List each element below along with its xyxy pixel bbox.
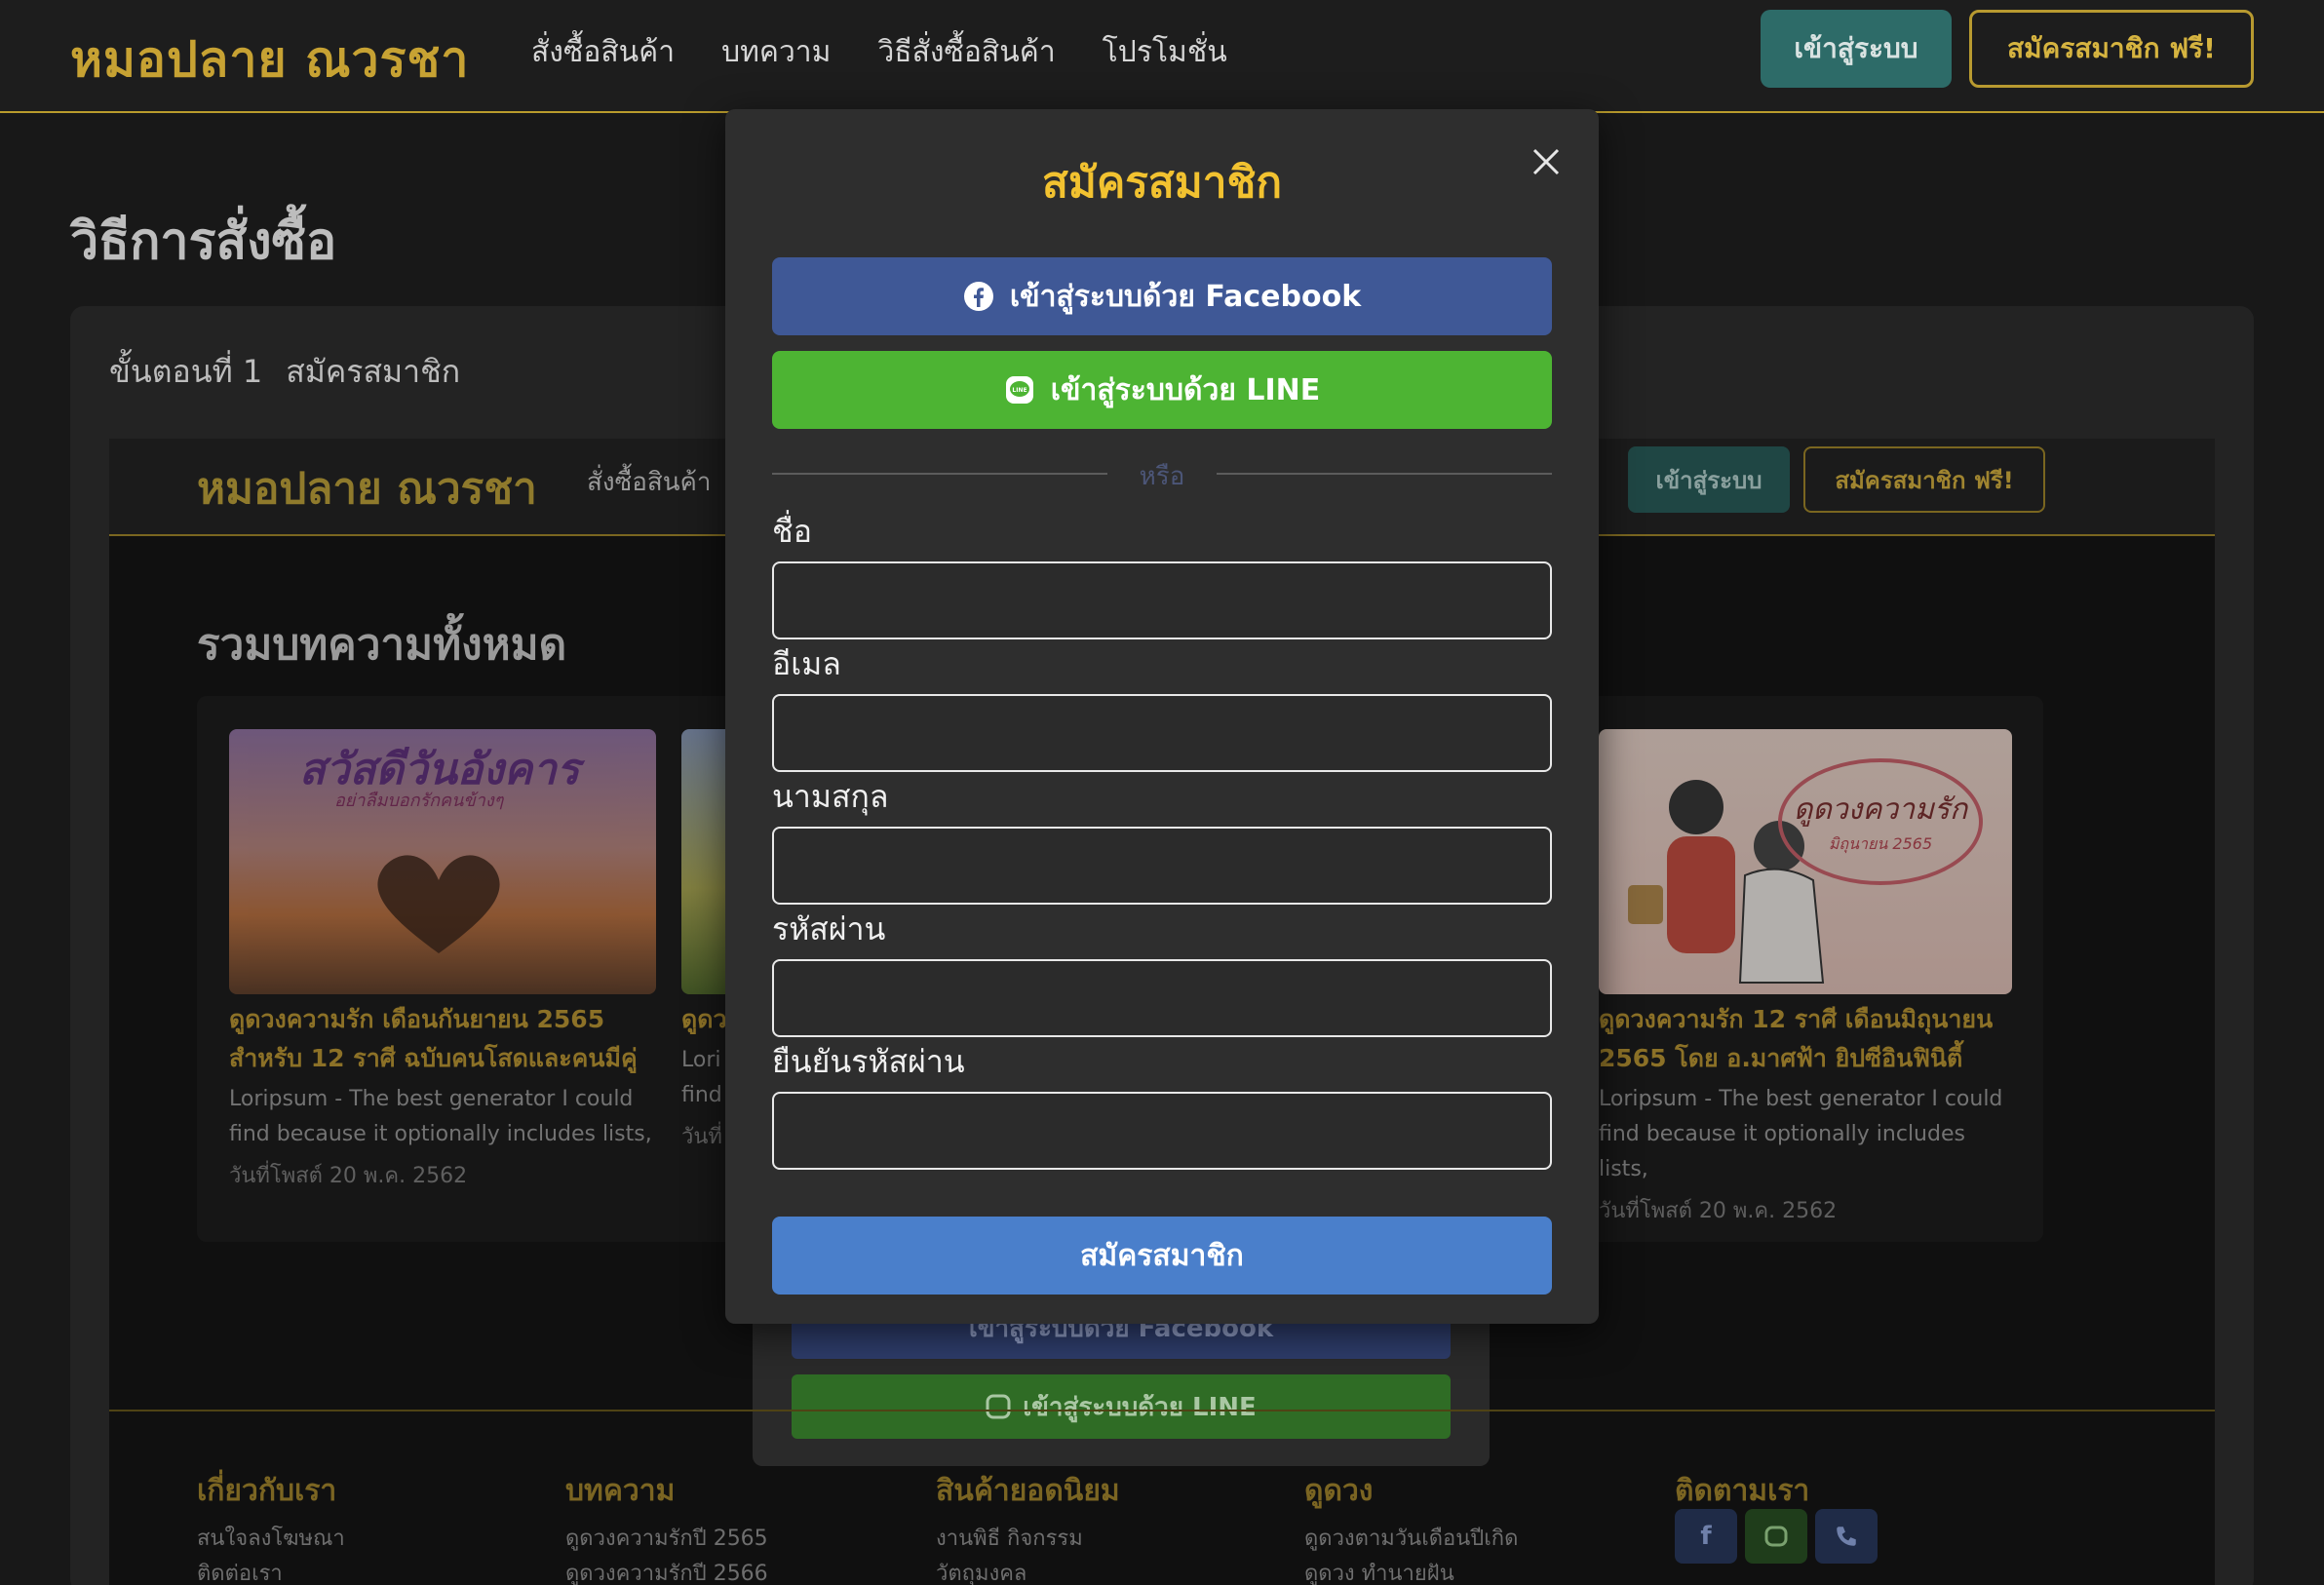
svg-text:LINE: LINE [1012, 387, 1026, 394]
screenshot-brand: หมอปลาย ณวรชา [197, 464, 537, 514]
register-button[interactable]: สมัครสมาชิก ฟรี! [1969, 10, 2254, 88]
footer-link: ดูดวงความรักปี 2566 [565, 1562, 768, 1585]
footer-link: ดูดวง ทำนายฝัน [1304, 1562, 1454, 1585]
article-image-badge: ดูดวงความรัก มิถุนายน 2565 [1778, 758, 1983, 885]
footer-link: ดูดวงความรักปี 2565 [565, 1527, 768, 1551]
line-login-label: เข้าสู่ระบบด้วย LINE [1050, 372, 1321, 407]
footer-link: ติดต่อเรา [197, 1562, 283, 1585]
submit-register-button[interactable]: สมัครสมาชิก [772, 1217, 1552, 1295]
nav-item-shop[interactable]: สั่งซื้อสินค้า [531, 29, 675, 75]
article-card: สวัสดีวันอังคาร อย่าลืมบอกรักคนข้างๆ ดูด… [229, 729, 656, 1192]
facebook-login-label: เข้าสู่ระบบด้วย Facebook [1009, 279, 1362, 314]
footer-heading: บทความ [565, 1474, 676, 1508]
nav-item-articles[interactable]: บทความ [721, 29, 831, 75]
nav-item-how-to-order[interactable]: วิธีสั่งซื้อสินค้า [877, 29, 1055, 75]
footer-link: งานพิธี กิจกรรม [936, 1527, 1083, 1551]
footer-heading: ติดตามเรา [1675, 1474, 1810, 1508]
footer-divider [109, 1410, 2215, 1411]
close-icon[interactable] [1525, 140, 1568, 183]
footer-link: วัตถุมงคล [936, 1562, 1027, 1585]
article-title: ดูดวงความรัก 12 ราศี เดือนมิถุนายน 2565 … [1599, 1005, 1994, 1072]
article-image-subtext: มิถุนายน 2565 [1828, 834, 1933, 853]
step-number: ขั้นตอนที่ 1 [109, 353, 263, 390]
line-login-button[interactable]: LINE เข้าสู่ระบบด้วย LINE [772, 351, 1552, 429]
brand-logo[interactable]: หมอปลาย ณวรชา [70, 21, 469, 98]
screenshot-login-button: เข้าสู่ระบบ [1628, 446, 1790, 513]
screenshot-register-button: สมัครสมาชิก ฟรี! [1803, 446, 2045, 513]
article-image-text: ดูดวงความรัก [1793, 792, 1968, 827]
top-header: หมอปลาย ณวรชา สั่งซื้อสินค้า บทความ วิธี… [0, 0, 2324, 113]
last-name-label: นามสกุล [772, 778, 889, 815]
line-icon [986, 1394, 1011, 1419]
footer-column-products: สินค้ายอดนิยม งานพิธี กิจกรรม วัตถุมงคล [936, 1468, 1120, 1585]
email-label: อีเมล [772, 645, 841, 682]
article-date: วันที่โพสต์ 20 พ.ค. 2562 [229, 1164, 468, 1188]
article-image: ดูดวงความรัก มิถุนายน 2565 [1599, 729, 2012, 994]
article-desc: Loripsum - The best generator I could fi… [229, 1087, 652, 1146]
article-card: ดูดวงความรัก มิถุนายน 2565 ดูดวงความรัก … [1599, 729, 2012, 1227]
password-label: รหัสผ่าน [772, 910, 886, 947]
footer-link: สนใจลงโฆษณา [197, 1527, 345, 1551]
login-button[interactable]: เข้าสู่ระบบ [1761, 10, 1952, 88]
phone-icon [1815, 1509, 1878, 1564]
first-name-label: ชื่อ [772, 513, 812, 550]
nav-item-promotions[interactable]: โปรโมชั่น [1103, 29, 1227, 75]
footer-heading: สินค้ายอดนิยม [936, 1474, 1120, 1508]
first-name-input[interactable] [772, 561, 1552, 639]
article-image: สวัสดีวันอังคาร อย่าลืมบอกรักคนข้างๆ [229, 729, 656, 994]
footer-heading: ดูดวง [1304, 1474, 1374, 1508]
articles-title: รวมบทความทั้งหมด [197, 620, 567, 670]
email-input[interactable] [772, 694, 1552, 772]
screenshot-line-button: เข้าสู่ระบบด้วย LINE [792, 1374, 1451, 1439]
page-title: วิธีการสั่งซื้อ [70, 213, 337, 271]
article-date: วันที่โพสต์ 20 พ.ค. 2562 [1599, 1199, 1838, 1223]
footer-link: ดูดวงตามวันเดือนปีเกิด [1304, 1527, 1519, 1551]
or-divider: หรือ [772, 456, 1552, 491]
footer-column-about: เกี่ยวกับเรา สนใจลงโฆษณา ติดต่อเรา [197, 1468, 345, 1585]
article-title: ดูดวงความรัก เดือนกันยายน 2565 สำหรับ 12… [229, 1005, 638, 1072]
confirm-password-label: ยืนยันรหัสผ่าน [772, 1043, 965, 1080]
main-nav: สั่งซื้อสินค้า บทความ วิธีสั่งซื้อสินค้า… [531, 29, 1227, 75]
article-desc: Loripsum - The best generator I could fi… [1599, 1087, 2003, 1181]
step-title: สมัครสมาชิก [286, 353, 461, 390]
line-icon [1745, 1509, 1807, 1564]
modal-title: สมัครสมาชิก [1042, 158, 1282, 208]
screenshot-nav-item: สั่งซื้อสินค้า [587, 468, 712, 497]
password-input[interactable] [772, 959, 1552, 1037]
facebook-icon [963, 282, 993, 311]
facebook-icon: f [1675, 1509, 1737, 1564]
screenshot-line-label: เข้าสู่ระบบด้วย LINE [1023, 1392, 1257, 1422]
or-label: หรือ [1139, 462, 1185, 491]
divider-line [1217, 473, 1552, 475]
footer-heading: เกี่ยวกับเรา [197, 1474, 337, 1508]
footer-column-articles: บทความ ดูดวงความรักปี 2565 ดูดวงความรักป… [565, 1468, 768, 1585]
step-label: ขั้นตอนที่ 1 สมัครสมาชิก [109, 347, 484, 397]
footer-column-horoscope: ดูดวง ดูดวงตามวันเดือนปีเกิด ดูดวง ทำนาย… [1304, 1468, 1518, 1585]
facebook-login-button[interactable]: เข้าสู่ระบบด้วย Facebook [772, 257, 1552, 335]
article-image-subtext: อย่าลืมบอกรักคนข้างๆ [334, 791, 504, 811]
last-name-input[interactable] [772, 827, 1552, 905]
line-icon: LINE [1005, 376, 1033, 404]
register-modal: สมัครสมาชิก เข้าสู่ระบบด้วย Facebook LIN… [725, 109, 1599, 1324]
confirm-password-input[interactable] [772, 1092, 1552, 1170]
heart-hands-icon [377, 855, 500, 953]
